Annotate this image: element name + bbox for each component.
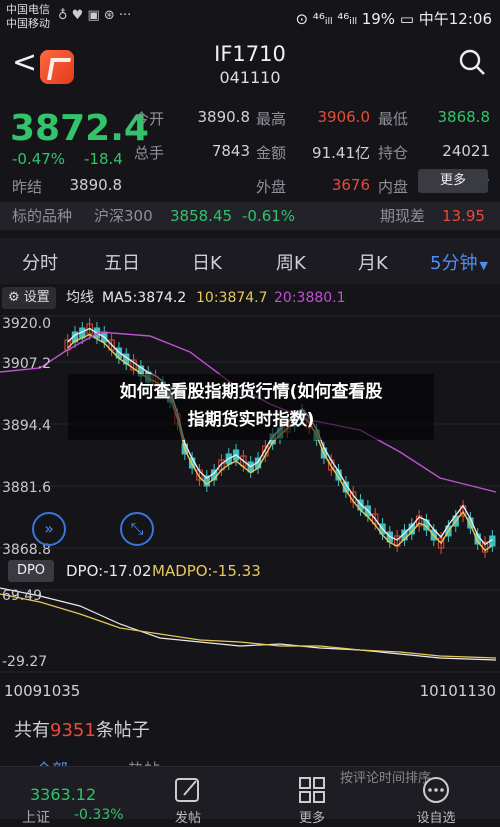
add-watchlist-icon[interactable] [406, 775, 466, 805]
posts-count-title: 共有9351条帖子 [14, 720, 150, 741]
status-right: ⊙ ⁴⁶ᵢₗₗ ⁴⁶ᵢₗₗ 19% ▭ 中午12:06 [295, 10, 492, 28]
prev-close-label: 昨结 [12, 178, 43, 196]
index-change: -0.61% [242, 207, 296, 225]
dpo-line [0, 587, 497, 661]
quote-value: 3906.0 [317, 108, 371, 126]
quote-panel: 3872.4 -0.47% -18.4 昨结 3890.8 今开 3890.8 最高… [0, 96, 500, 236]
axis-label-4: 3881.6 [2, 480, 51, 496]
time-axis: 10091035 10101130 [0, 678, 500, 704]
ma5-value: MA5:3874.2 [102, 290, 187, 306]
quote-label: 外盘 [256, 178, 287, 196]
index-value: 3858.45 [170, 207, 233, 225]
axis-label-1: 3920.0 [2, 316, 51, 332]
quote-label: 总手 [134, 144, 165, 162]
quote-value: 24021 [442, 142, 490, 160]
basis-label: 期现差 [380, 207, 426, 225]
quote-label: 内盘 [378, 178, 409, 196]
status-bar: 中国电信 中国移动 ♁ ♥ ▣ ⊛ ··· ⊙ ⁴⁶ᵢₗₗ ⁴⁶ᵢₗₗ 19% … [0, 0, 500, 34]
change-pct: -0.47% [12, 150, 66, 168]
quote-value: 7843 [211, 142, 250, 160]
prev-close-value: 3890.8 [69, 176, 123, 194]
basis-value: 13.95 [442, 207, 485, 225]
last-price: 3872.4 [10, 108, 149, 149]
period-tabs: 分时 五日 日K 周K 月K 5分钟 ▼ [0, 238, 500, 284]
settings-button[interactable]: ⚙ 设置 [2, 287, 56, 309]
madpo-value: MADPO:-15.33 [152, 562, 261, 580]
overlay-line-1: 如何查看股指期货行情(如何查看股 [119, 382, 383, 402]
madpo-line [0, 593, 497, 659]
quote-label: 最低 [378, 110, 409, 128]
gear-icon: ⚙ [8, 290, 20, 305]
tab-weekly-k[interactable]: 周K [276, 249, 306, 275]
zoom-button[interactable]: ⤡ [120, 512, 154, 546]
quote-label: 金额 [256, 144, 287, 162]
tab-5min[interactable]: 5分钟 ▼ [430, 249, 488, 275]
dpo-value: DPO:-17.02 [66, 562, 152, 580]
underlying-label: 标的品种 [12, 207, 73, 225]
quote-value: 3676 [331, 176, 370, 194]
header: < IF1710 041110 [0, 34, 500, 96]
underlying-strip: 标的品种 沪深300 3858.45 -0.61% 期现差 13.95 [0, 202, 500, 230]
quote-value: 3890.8 [197, 108, 251, 126]
more-button[interactable]: 更多 [418, 169, 488, 193]
change-value: -18.4 [84, 150, 123, 168]
quote-label: 最高 [256, 110, 287, 128]
ma-label: 均线 [66, 290, 94, 306]
tab-intraday[interactable]: 分时 [22, 249, 58, 275]
time-end: 10101130 [419, 682, 496, 700]
quote-value: 3868.8 [437, 108, 491, 126]
overlay-line-2: 指期货实时指数) [187, 410, 315, 430]
search-icon[interactable] [458, 48, 486, 76]
tab-five-day[interactable]: 五日 [104, 249, 140, 275]
quote-label: 持仓 [378, 144, 409, 162]
dpo-chart[interactable] [0, 584, 500, 678]
compose-icon[interactable] [158, 775, 218, 805]
ma20-value: 20:3880.1 [274, 290, 346, 306]
quote-label: 今开 [134, 110, 165, 128]
posts-section: 共有9351条帖子 全部 热帖 [0, 704, 500, 779]
tab-daily-k[interactable]: 日K [192, 249, 222, 275]
nav-more-label[interactable]: 更多 [282, 807, 342, 826]
contract-code: 041110 [219, 68, 281, 87]
axis-label-3: 3894.4 [2, 418, 51, 434]
grid-icon[interactable] [282, 775, 342, 805]
index-ticker-price[interactable]: 3363.12 [30, 785, 96, 804]
time-start: 10091035 [4, 682, 81, 700]
axis-label-2: 3907.2 [2, 356, 51, 372]
index-ticker-name: 上证 [22, 810, 50, 826]
tab-monthly-k[interactable]: 月K [358, 249, 388, 275]
index-ticker-change: -0.33% [74, 807, 124, 823]
dpo-axis-top: 69.49 [2, 588, 43, 604]
nav-watchlist-label[interactable]: 设自选 [406, 807, 466, 826]
bottom-nav: 按评论时间排序 3363.12 上证 -0.33% 发帖 更多 设自选 [0, 766, 500, 826]
carrier-2: 中国移动 [6, 17, 50, 30]
dpo-axis-bottom: -29.27 [2, 654, 48, 670]
scroll-left-button[interactable]: » [32, 512, 66, 546]
contract-title: IF1710 [214, 42, 286, 66]
article-title-overlay: 如何查看股指期货行情(如何查看股 指期货实时指数) [68, 374, 434, 440]
carrier-1: 中国电信 [6, 3, 50, 16]
quote-value: 91.41亿 [312, 144, 370, 162]
nav-post-label[interactable]: 发帖 [158, 807, 218, 826]
dpo-legend: DPO DPO:-17.02 MADPO:-15.33 [0, 558, 500, 584]
ma-legend: ⚙ 设置 均线 MA5:3874.2 10:3874.7 20:3880.1 [0, 284, 500, 312]
dpo-selector[interactable]: DPO [8, 560, 54, 582]
index-name: 沪深300 [94, 207, 153, 225]
status-icons: ♁ ♥ ▣ ⊛ ··· [58, 8, 132, 23]
ma10-value: 10:3874.7 [196, 290, 268, 306]
